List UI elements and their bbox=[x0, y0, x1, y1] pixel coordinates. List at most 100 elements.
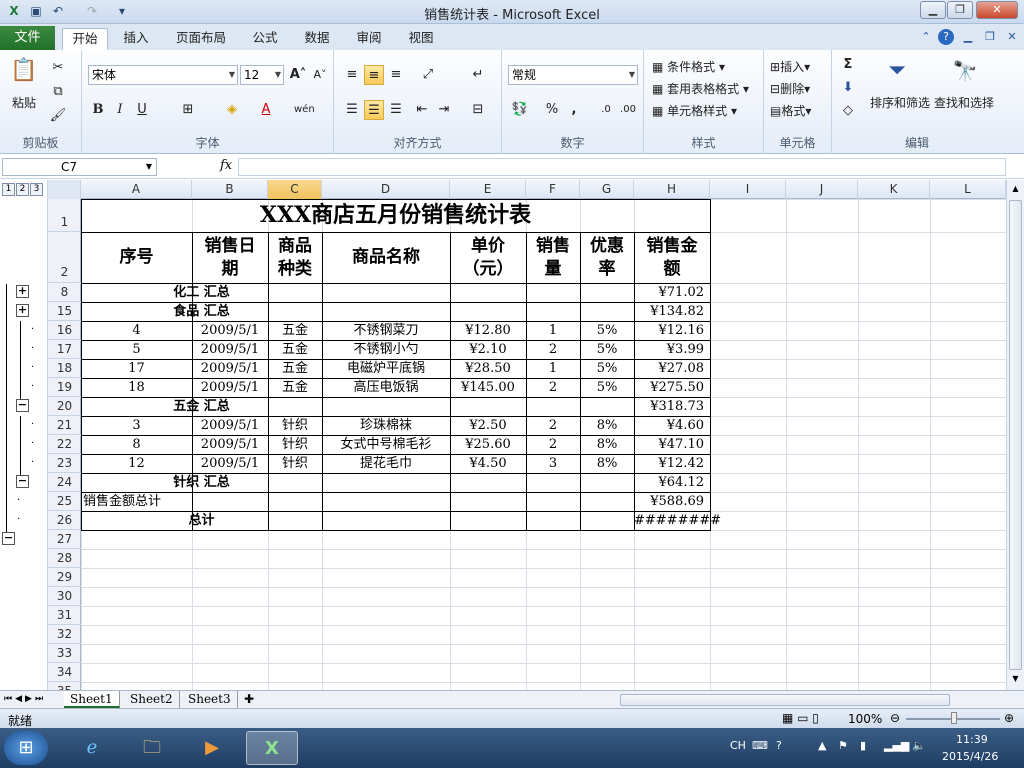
row-header[interactable]: 28 bbox=[48, 549, 81, 568]
wrap-text-icon[interactable]: ↵ bbox=[468, 65, 488, 85]
data-discount[interactable]: 8% bbox=[580, 454, 634, 473]
data-price[interactable]: ¥28.50 bbox=[450, 359, 526, 378]
excel-icon[interactable]: X bbox=[246, 731, 298, 765]
border-icon[interactable]: ⊞ bbox=[178, 100, 198, 120]
data-qty[interactable]: 1 bbox=[526, 359, 580, 378]
tab-data[interactable]: 数据 bbox=[296, 28, 338, 50]
header-cell[interactable]: 率 bbox=[580, 258, 634, 280]
minimize-icon[interactable]: ▁ bbox=[960, 29, 976, 45]
data-amount[interactable]: ¥4.60 bbox=[634, 416, 710, 435]
data-date[interactable]: 2009/5/1 bbox=[192, 416, 268, 435]
data-amount[interactable]: ¥47.10 bbox=[634, 435, 710, 454]
ime-indicator[interactable]: CH bbox=[730, 739, 746, 752]
data-amount[interactable]: ¥12.16 bbox=[634, 321, 710, 340]
network-icon[interactable]: ▮ bbox=[860, 739, 866, 752]
sheet-title[interactable]: XXX商店五月份销售统计表 bbox=[81, 199, 710, 232]
col-header-e[interactable]: E bbox=[450, 180, 526, 199]
new-sheet-icon[interactable]: ✚ bbox=[244, 691, 254, 708]
row-header[interactable]: 2 bbox=[48, 232, 81, 283]
italic-icon[interactable]: I bbox=[110, 100, 130, 120]
data-summary-label[interactable]: 食品 汇总 bbox=[81, 302, 322, 321]
header-cell[interactable]: 销售 bbox=[526, 235, 580, 257]
flag-icon[interactable]: ⚑ bbox=[838, 739, 848, 752]
fill-color-icon[interactable]: ◈ bbox=[222, 100, 242, 120]
data-name[interactable]: 高压电饭锅 bbox=[322, 378, 450, 397]
clock-date[interactable]: 2015/4/26 bbox=[942, 750, 998, 763]
number-format-select[interactable]: 常规 ▼ bbox=[508, 65, 638, 85]
data-qty[interactable]: 1 bbox=[526, 321, 580, 340]
collapse-button[interactable]: − bbox=[16, 475, 29, 488]
col-header-j[interactable]: J bbox=[786, 180, 858, 199]
data-seq[interactable]: 4 bbox=[81, 321, 192, 340]
paste-button[interactable]: 粘贴 bbox=[12, 94, 36, 111]
tray-expand-icon[interactable]: ▲ bbox=[818, 739, 826, 752]
help-icon[interactable]: ? bbox=[938, 29, 954, 45]
col-header-h[interactable]: H bbox=[634, 180, 710, 199]
row-header[interactable]: 24 bbox=[48, 473, 81, 492]
sheet-tab-3[interactable]: Sheet3 bbox=[182, 691, 238, 708]
header-cell[interactable]: 销售日 bbox=[192, 235, 268, 257]
data-qty[interactable]: 2 bbox=[526, 435, 580, 454]
data-name[interactable]: 不锈钢菜刀 bbox=[322, 321, 450, 340]
scroll-thumb[interactable] bbox=[1009, 200, 1022, 670]
col-header-b[interactable]: B bbox=[192, 180, 268, 199]
shrink-font-icon[interactable]: A˅ bbox=[310, 65, 330, 85]
help-icon[interactable]: ? bbox=[776, 739, 782, 752]
data-amount[interactable]: ¥275.50 bbox=[634, 378, 710, 397]
data-qty[interactable]: 2 bbox=[526, 416, 580, 435]
data-qty[interactable]: 2 bbox=[526, 340, 580, 359]
outline-level-2[interactable]: 2 bbox=[16, 183, 29, 196]
worksheet-grid[interactable]: XXX商店五月份销售统计表 序号 销售日期商品 种类 商品名称 单价 （元） 销售量优惠率销售… bbox=[81, 199, 1006, 690]
data-kind[interactable]: 针织 bbox=[268, 435, 322, 454]
data-name[interactable]: 珍珠棉袜 bbox=[322, 416, 450, 435]
row-header[interactable]: 1 bbox=[48, 199, 81, 232]
data-amount[interactable]: ######## bbox=[634, 511, 721, 530]
header-cell[interactable]: 单价 bbox=[450, 235, 526, 257]
col-header-d[interactable]: D bbox=[322, 180, 450, 199]
data-name[interactable]: 电磁炉平底锅 bbox=[322, 359, 450, 378]
fx-icon[interactable]: fx bbox=[220, 158, 232, 173]
collapse-button[interactable]: − bbox=[2, 532, 15, 545]
data-date[interactable]: 2009/5/1 bbox=[192, 435, 268, 454]
col-header-c[interactable]: C bbox=[268, 180, 322, 199]
data-discount[interactable]: 5% bbox=[580, 340, 634, 359]
data-discount[interactable]: 8% bbox=[580, 435, 634, 454]
data-seq[interactable]: 17 bbox=[81, 359, 192, 378]
row-header[interactable]: 18 bbox=[48, 359, 81, 378]
row-header[interactable]: 27 bbox=[48, 530, 81, 549]
tab-formulas[interactable]: 公式 bbox=[244, 28, 286, 50]
data-kind[interactable]: 针织 bbox=[268, 416, 322, 435]
col-header-a[interactable]: A bbox=[81, 180, 192, 199]
minimize-icon[interactable]: ▁ bbox=[920, 1, 946, 19]
increase-indent-icon[interactable]: ⇥ bbox=[434, 100, 454, 120]
header-cell[interactable]: 优惠 bbox=[580, 235, 634, 257]
data-date[interactable]: 2009/5/1 bbox=[192, 378, 268, 397]
scroll-up-icon[interactable]: ▲ bbox=[1009, 184, 1022, 196]
header-cell[interactable]: （元） bbox=[450, 258, 526, 280]
tab-page-layout[interactable]: 页面布局 bbox=[168, 28, 234, 50]
phonetic-icon[interactable]: wén bbox=[294, 100, 315, 120]
data-name[interactable]: 提花毛巾 bbox=[322, 454, 450, 473]
col-header-l[interactable]: L bbox=[930, 180, 1006, 199]
outline-level-1[interactable]: 1 bbox=[2, 183, 15, 196]
data-summary-label[interactable]: 化工 汇总 bbox=[81, 283, 322, 302]
data-discount[interactable]: 5% bbox=[580, 378, 634, 397]
cut-icon[interactable]: ✂ bbox=[48, 58, 68, 78]
data-date[interactable]: 2009/5/1 bbox=[192, 359, 268, 378]
data-amount[interactable]: ¥134.82 bbox=[634, 302, 710, 321]
decrease-decimal-icon[interactable]: .00 bbox=[618, 100, 638, 120]
keyboard-icon[interactable]: ⌨ bbox=[752, 739, 768, 752]
collapse-button[interactable]: − bbox=[16, 399, 29, 412]
select-all-corner[interactable] bbox=[48, 180, 81, 199]
currency-icon[interactable]: 💱 bbox=[510, 100, 530, 120]
row-header[interactable]: 16 bbox=[48, 321, 81, 340]
tab-insert[interactable]: 插入 bbox=[114, 28, 158, 50]
view-mode-icons[interactable]: ▦ ▭ ▯ bbox=[782, 711, 819, 725]
font-size-select[interactable]: 12 ▼ bbox=[240, 65, 284, 85]
align-right-icon[interactable]: ☰ bbox=[386, 100, 406, 120]
insert-cells-button[interactable]: ⊞插入▾ bbox=[770, 58, 810, 75]
find-select-button[interactable]: 查找和选择 bbox=[934, 94, 994, 111]
sort-filter-icon[interactable]: ⏷ bbox=[882, 56, 912, 86]
formula-input[interactable] bbox=[238, 158, 1006, 176]
data-discount[interactable]: 5% bbox=[580, 359, 634, 378]
